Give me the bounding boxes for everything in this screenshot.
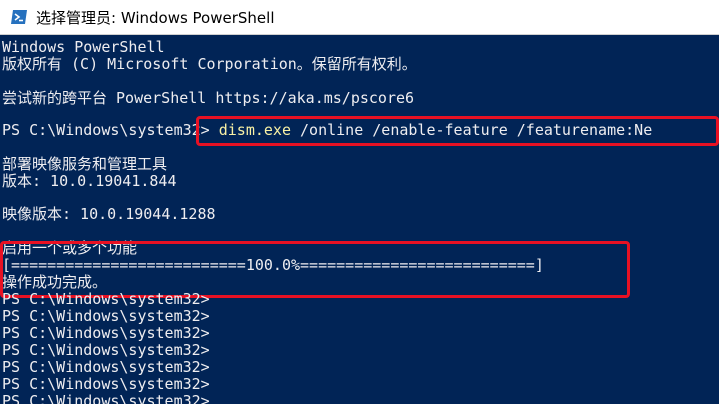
command-prompt: PS C:\Windows\system32> bbox=[2, 121, 219, 139]
powershell-icon bbox=[10, 8, 28, 26]
image-version-line: 映像版本: 10.0.19044.1288 bbox=[2, 205, 216, 223]
prompt-line: PS C:\Windows\system32> bbox=[2, 375, 210, 393]
prompt-line: PS C:\Windows\system32> bbox=[2, 324, 210, 342]
console-output[interactable]: Windows PowerShell 版权所有 (C) Microsoft Co… bbox=[0, 36, 719, 404]
command-highlight-box bbox=[196, 116, 719, 146]
version-line: 版本: 10.0.19041.844 bbox=[2, 172, 177, 190]
prompt-line: PS C:\Windows\system32> bbox=[2, 358, 210, 376]
banner-line-2: 版权所有 (C) Microsoft Corporation。保留所有权利。 bbox=[2, 55, 417, 73]
prompt-line: PS C:\Windows\system32> bbox=[2, 290, 210, 308]
prompt-line: PS C:\Windows\system32> bbox=[2, 341, 210, 359]
prompt-line: PS C:\Windows\system32> bbox=[2, 307, 210, 325]
window-title: 选择管理员: Windows PowerShell bbox=[36, 8, 275, 27]
banner-line-3: 尝试新的跨平台 PowerShell https://aka.ms/pscore… bbox=[2, 89, 415, 107]
prompt-line: PS C:\Windows\system32> bbox=[2, 392, 210, 404]
tool-name-line: 部署映像服务和管理工具 bbox=[2, 155, 168, 173]
window-titlebar[interactable]: 选择管理员: Windows PowerShell bbox=[0, 0, 719, 35]
banner-line-1: Windows PowerShell bbox=[2, 38, 165, 56]
